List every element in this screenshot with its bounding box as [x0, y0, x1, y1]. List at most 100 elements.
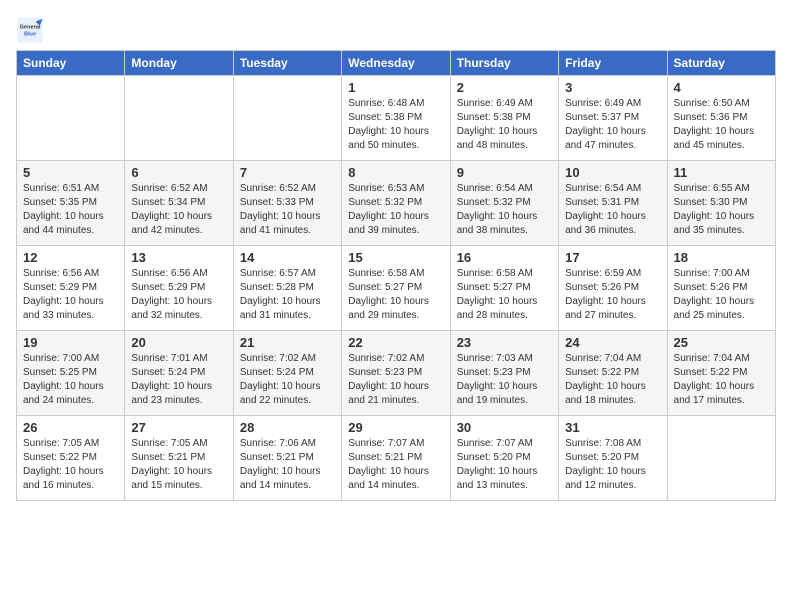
svg-text:General: General [20, 25, 41, 31]
day-number: 19 [23, 335, 118, 350]
calendar-cell: 5 Sunrise: 6:51 AM Sunset: 5:35 PM Daylig… [17, 161, 125, 246]
day-number: 22 [348, 335, 443, 350]
calendar-cell: 1Sunrise: 6:48 AM Sunset: 5:38 PM Daylig… [342, 76, 450, 161]
day-number: 25 [674, 335, 769, 350]
svg-text:Blue: Blue [24, 32, 36, 38]
day-number: 4 [674, 80, 769, 95]
calendar-cell: 8 Sunrise: 6:53 AM Sunset: 5:32 PM Daylig… [342, 161, 450, 246]
calendar-cell: 12 Sunrise: 6:56 AM Sunset: 5:29 PM Dayli… [17, 246, 125, 331]
day-number: 31 [565, 420, 660, 435]
day-info: Sunrise: 7:02 AM Sunset: 5:24 PM Dayligh… [240, 352, 335, 408]
day-info: Sunrise: 6:58 AM Sunset: 5:27 PM Dayligh… [457, 267, 552, 323]
day-number: 29 [348, 420, 443, 435]
week-row-3: 12 Sunrise: 6:56 AM Sunset: 5:29 PM Dayli… [17, 246, 776, 331]
day-info: Sunrise: 7:06 AM Sunset: 5:21 PM Dayligh… [240, 437, 335, 493]
day-info: Sunrise: 6:49 AM Sunset: 5:37 PM Dayligh… [565, 97, 660, 153]
week-row-4: 19 Sunrise: 7:00 AM Sunset: 5:25 PM Dayli… [17, 331, 776, 416]
day-info: Sunrise: 7:03 AM Sunset: 5:23 PM Dayligh… [457, 352, 552, 408]
calendar-cell: 11 Sunrise: 6:55 AM Sunset: 5:30 PM Dayli… [667, 161, 775, 246]
day-number: 9 [457, 165, 552, 180]
calendar-cell: 6Sunrise: 6:52 AM Sunset: 5:34 PM Daylig… [125, 161, 233, 246]
day-info: Sunrise: 6:57 AM Sunset: 5:28 PM Dayligh… [240, 267, 335, 323]
day-info: Sunrise: 7:04 AM Sunset: 5:22 PM Dayligh… [674, 352, 769, 408]
day-info: Sunrise: 6:52 AM Sunset: 5:33 PM Dayligh… [240, 182, 335, 238]
calendar-header-tuesday: Tuesday [233, 51, 341, 76]
day-info: Sunrise: 7:05 AM Sunset: 5:22 PM Dayligh… [23, 437, 118, 493]
calendar-cell: 26 Sunrise: 7:05 AM Sunset: 5:22 PM Dayli… [17, 416, 125, 501]
day-number: 1 [348, 80, 443, 95]
calendar-cell: 21 Sunrise: 7:02 AM Sunset: 5:24 PM Dayli… [233, 331, 341, 416]
logo: General Blue [16, 16, 44, 44]
day-info: Sunrise: 6:54 AM Sunset: 5:31 PM Dayligh… [565, 182, 660, 238]
day-number: 23 [457, 335, 552, 350]
calendar-body: 1Sunrise: 6:48 AM Sunset: 5:38 PM Daylig… [17, 76, 776, 501]
week-row-2: 5 Sunrise: 6:51 AM Sunset: 5:35 PM Daylig… [17, 161, 776, 246]
logo-icon: General Blue [16, 16, 44, 44]
calendar-cell: 3Sunrise: 6:49 AM Sunset: 5:37 PM Daylig… [559, 76, 667, 161]
calendar-cell [17, 76, 125, 161]
calendar-cell: 22 Sunrise: 7:02 AM Sunset: 5:23 PM Dayli… [342, 331, 450, 416]
day-info: Sunrise: 6:50 AM Sunset: 5:36 PM Dayligh… [674, 97, 769, 153]
day-info: Sunrise: 6:49 AM Sunset: 5:38 PM Dayligh… [457, 97, 552, 153]
calendar-cell: 18Sunrise: 7:00 AM Sunset: 5:26 PM Dayli… [667, 246, 775, 331]
calendar-cell: 20 Sunrise: 7:01 AM Sunset: 5:24 PM Dayli… [125, 331, 233, 416]
day-number: 10 [565, 165, 660, 180]
day-number: 13 [131, 250, 226, 265]
day-number: 14 [240, 250, 335, 265]
calendar-header-wednesday: Wednesday [342, 51, 450, 76]
calendar-cell: 17 Sunrise: 6:59 AM Sunset: 5:26 PM Dayli… [559, 246, 667, 331]
calendar-header-friday: Friday [559, 51, 667, 76]
calendar-cell: 15 Sunrise: 6:58 AM Sunset: 5:27 PM Dayli… [342, 246, 450, 331]
day-info: Sunrise: 7:00 AM Sunset: 5:25 PM Dayligh… [23, 352, 118, 408]
calendar-cell: 19 Sunrise: 7:00 AM Sunset: 5:25 PM Dayli… [17, 331, 125, 416]
day-info: Sunrise: 6:52 AM Sunset: 5:34 PM Dayligh… [131, 182, 226, 238]
day-number: 24 [565, 335, 660, 350]
calendar-cell [233, 76, 341, 161]
calendar-cell: 2 Sunrise: 6:49 AM Sunset: 5:38 PM Daylig… [450, 76, 558, 161]
day-info: Sunrise: 7:07 AM Sunset: 5:20 PM Dayligh… [457, 437, 552, 493]
calendar-cell: 9 Sunrise: 6:54 AM Sunset: 5:32 PM Daylig… [450, 161, 558, 246]
calendar-cell: 29 Sunrise: 7:07 AM Sunset: 5:21 PM Dayli… [342, 416, 450, 501]
day-number: 5 [23, 165, 118, 180]
day-info: Sunrise: 7:07 AM Sunset: 5:21 PM Dayligh… [348, 437, 443, 493]
day-number: 12 [23, 250, 118, 265]
day-number: 28 [240, 420, 335, 435]
calendar-cell: 13Sunrise: 6:56 AM Sunset: 5:29 PM Dayli… [125, 246, 233, 331]
calendar-cell: 7Sunrise: 6:52 AM Sunset: 5:33 PM Daylig… [233, 161, 341, 246]
week-row-1: 1Sunrise: 6:48 AM Sunset: 5:38 PM Daylig… [17, 76, 776, 161]
day-number: 11 [674, 165, 769, 180]
calendar-cell: 24 Sunrise: 7:04 AM Sunset: 5:22 PM Dayli… [559, 331, 667, 416]
day-number: 15 [348, 250, 443, 265]
day-info: Sunrise: 7:05 AM Sunset: 5:21 PM Dayligh… [131, 437, 226, 493]
calendar-cell: 30Sunrise: 7:07 AM Sunset: 5:20 PM Dayli… [450, 416, 558, 501]
day-info: Sunrise: 6:54 AM Sunset: 5:32 PM Dayligh… [457, 182, 552, 238]
day-number: 2 [457, 80, 552, 95]
day-info: Sunrise: 6:59 AM Sunset: 5:26 PM Dayligh… [565, 267, 660, 323]
day-number: 8 [348, 165, 443, 180]
day-info: Sunrise: 6:58 AM Sunset: 5:27 PM Dayligh… [348, 267, 443, 323]
day-info: Sunrise: 6:51 AM Sunset: 5:35 PM Dayligh… [23, 182, 118, 238]
day-number: 20 [131, 335, 226, 350]
calendar-header-sunday: Sunday [17, 51, 125, 76]
day-number: 26 [23, 420, 118, 435]
day-info: Sunrise: 7:02 AM Sunset: 5:23 PM Dayligh… [348, 352, 443, 408]
calendar-cell: 31Sunrise: 7:08 AM Sunset: 5:20 PM Dayli… [559, 416, 667, 501]
page-header: General Blue [16, 16, 776, 44]
calendar-header-row: SundayMondayTuesdayWednesdayThursdayFrid… [17, 51, 776, 76]
day-number: 16 [457, 250, 552, 265]
day-info: Sunrise: 6:53 AM Sunset: 5:32 PM Dayligh… [348, 182, 443, 238]
calendar-cell: 4 Sunrise: 6:50 AM Sunset: 5:36 PM Daylig… [667, 76, 775, 161]
day-number: 17 [565, 250, 660, 265]
calendar-table: SundayMondayTuesdayWednesdayThursdayFrid… [16, 50, 776, 501]
calendar-cell: 25 Sunrise: 7:04 AM Sunset: 5:22 PM Dayli… [667, 331, 775, 416]
day-number: 21 [240, 335, 335, 350]
day-info: Sunrise: 6:55 AM Sunset: 5:30 PM Dayligh… [674, 182, 769, 238]
day-info: Sunrise: 6:56 AM Sunset: 5:29 PM Dayligh… [23, 267, 118, 323]
calendar-cell: 14 Sunrise: 6:57 AM Sunset: 5:28 PM Dayli… [233, 246, 341, 331]
calendar-cell: 23 Sunrise: 7:03 AM Sunset: 5:23 PM Dayli… [450, 331, 558, 416]
day-number: 18 [674, 250, 769, 265]
calendar-cell: 28 Sunrise: 7:06 AM Sunset: 5:21 PM Dayli… [233, 416, 341, 501]
calendar-header-monday: Monday [125, 51, 233, 76]
day-info: Sunrise: 7:01 AM Sunset: 5:24 PM Dayligh… [131, 352, 226, 408]
day-info: Sunrise: 7:04 AM Sunset: 5:22 PM Dayligh… [565, 352, 660, 408]
